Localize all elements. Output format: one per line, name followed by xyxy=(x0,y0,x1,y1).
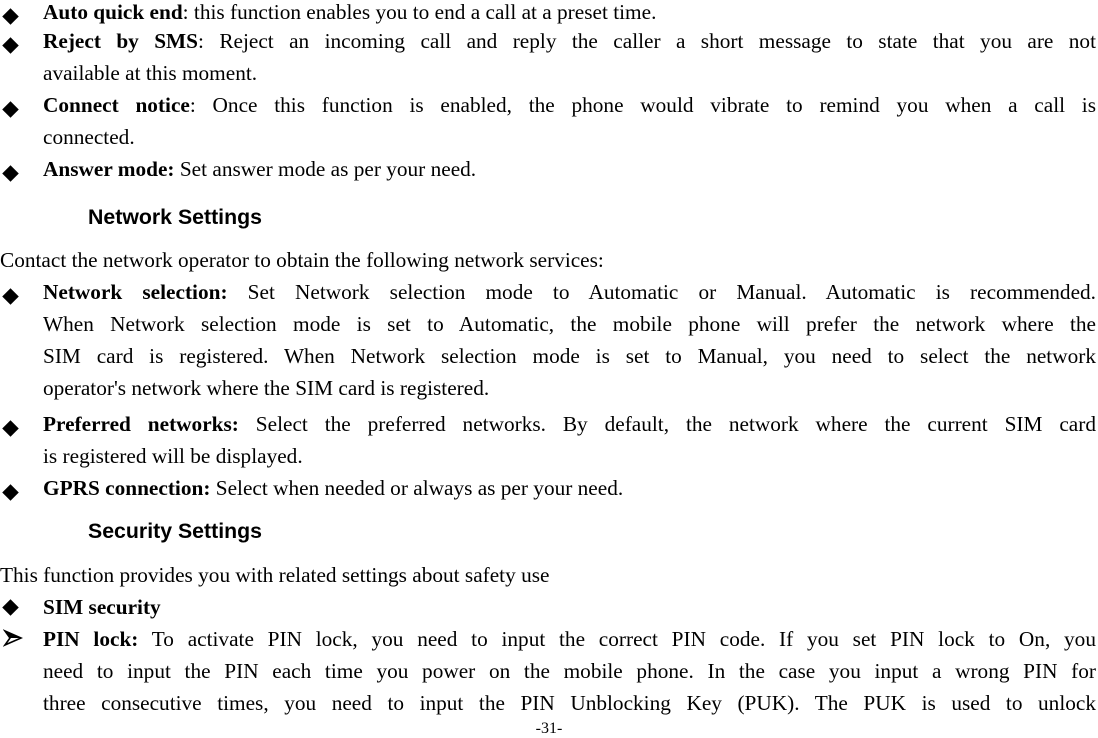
list-item-continuation: When Network selection mode is set to Au… xyxy=(43,312,1096,336)
term: Preferred networks: xyxy=(43,412,239,436)
list-item-continuation: need to input the PIN each time you powe… xyxy=(43,659,1096,683)
term: Reject by SMS xyxy=(43,29,198,53)
diamond-bullet-icon xyxy=(2,165,19,182)
diamond-bullet-icon xyxy=(2,288,19,305)
list-item-sim-security: SIM security xyxy=(43,591,1096,623)
diamond-bullet-icon xyxy=(2,420,19,437)
list-item-connect-notice: Connect notice: Once this function is en… xyxy=(43,93,1096,117)
diamond-bullet-icon xyxy=(2,101,19,118)
page-number: -31- xyxy=(535,720,563,737)
term: SIM security xyxy=(43,595,161,619)
list-item-network-selection: Network selection: Set Network selection… xyxy=(43,280,1096,304)
diamond-bullet-icon xyxy=(2,8,19,25)
diamond-bullet-icon xyxy=(2,599,19,616)
diamond-bullet-icon xyxy=(2,37,19,54)
list-item-continuation: three consecutive times, you need to inp… xyxy=(43,691,1096,715)
list-item-continuation: operator's network where the SIM card is… xyxy=(43,376,490,400)
list-item-preferred-networks: Preferred networks: Select the preferred… xyxy=(43,412,1096,436)
list-item-continuation: connected. xyxy=(43,125,135,149)
list-item-answer-mode: Answer mode: Set answer mode as per your… xyxy=(43,157,477,181)
document-page: Auto quick end: this function enables yo… xyxy=(0,0,1098,737)
list-item-continuation: is registered will be displayed. xyxy=(43,444,303,468)
term: Network selection: xyxy=(43,280,228,304)
section-heading-network-settings: Network Settings xyxy=(88,205,262,229)
list-item-pin-lock: PIN lock: To activate PIN lock, you need… xyxy=(43,627,1096,651)
list-item-continuation: SIM card is registered. When Network sel… xyxy=(43,344,1096,368)
arrowhead-bullet-icon xyxy=(3,629,23,647)
list-item-auto-quick-end: Auto quick end: this function enables yo… xyxy=(43,0,657,24)
term: Auto quick end xyxy=(43,0,183,24)
diamond-bullet-icon xyxy=(2,484,19,501)
list-item-continuation: available at this moment. xyxy=(43,61,258,85)
term: GPRS connection: xyxy=(43,476,211,500)
network-intro: Contact the network operator to obtain t… xyxy=(0,248,604,272)
list-item-reject-by-sms: Reject by SMS: Reject an incoming call a… xyxy=(43,29,1096,53)
term: Connect notice xyxy=(43,93,190,117)
section-heading-security-settings: Security Settings xyxy=(88,519,262,543)
term: PIN lock: xyxy=(43,627,139,651)
security-intro: This function provides you with related … xyxy=(0,563,550,587)
term: Answer mode: xyxy=(43,157,175,181)
list-item-gprs-connection: GPRS connection: Select when needed or a… xyxy=(43,476,624,500)
